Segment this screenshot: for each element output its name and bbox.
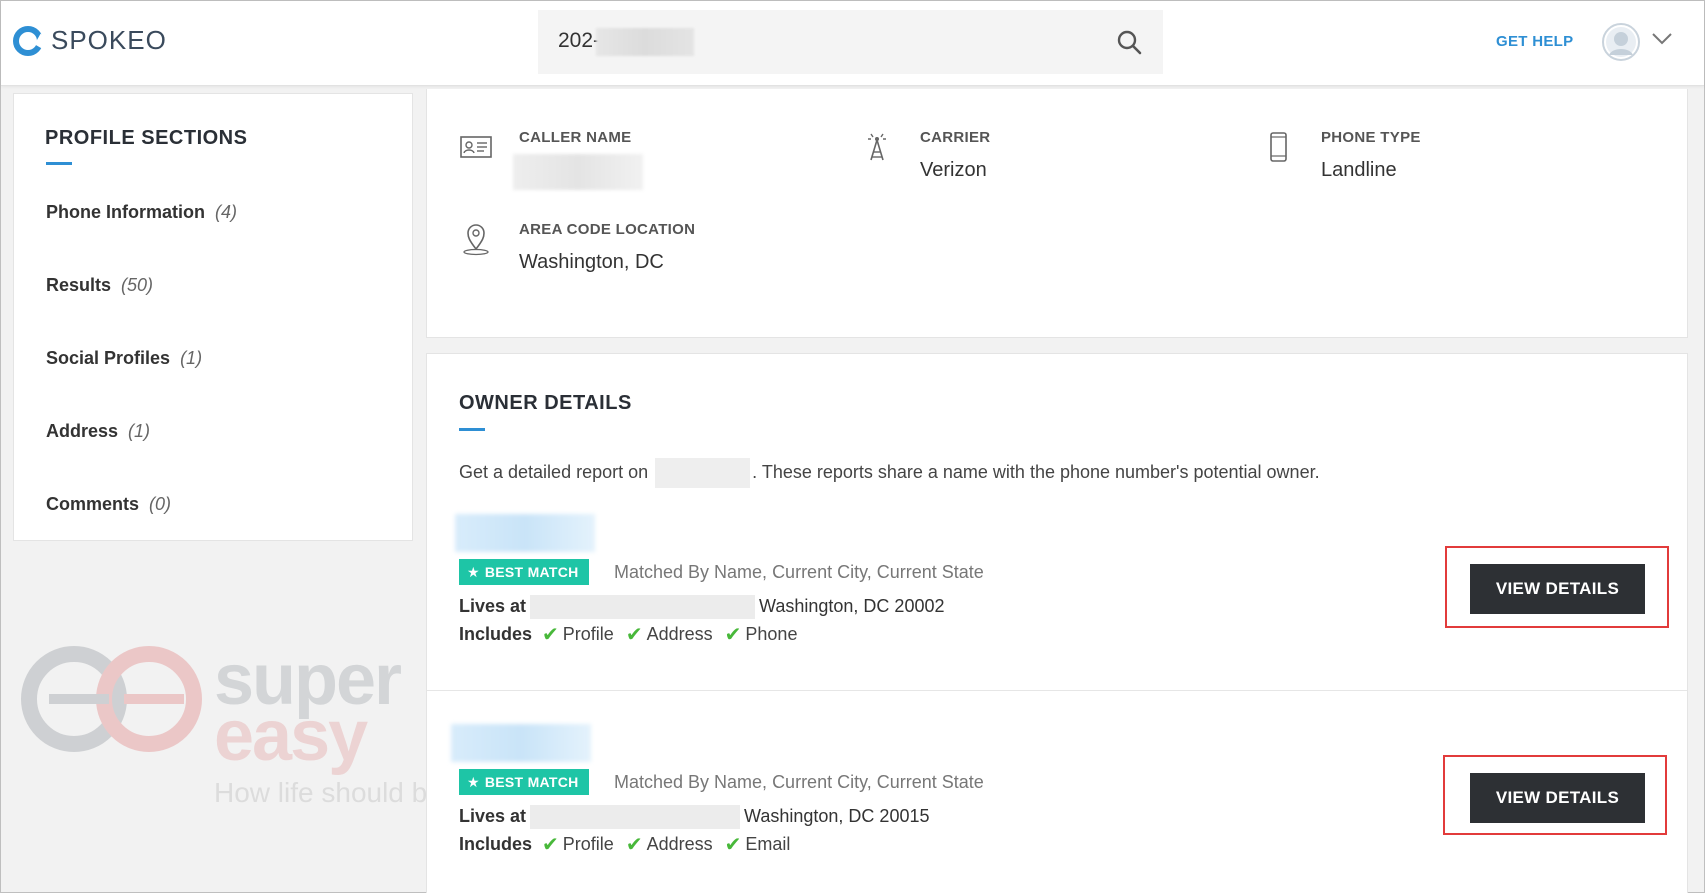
include-label: Email	[745, 834, 791, 854]
sidebar-item-social-profiles[interactable]: Social Profiles (1)	[46, 348, 202, 369]
owner-details-card: OWNER DETAILS Get a detailed report on .…	[426, 353, 1688, 893]
cell-tower-icon	[868, 133, 886, 161]
avatar[interactable]	[1602, 23, 1640, 61]
lives-at: Lives at Washington, DC 20015	[459, 805, 930, 829]
include-label: Profile	[562, 624, 614, 644]
sidebar-item-label: Results	[46, 275, 112, 295]
includes-row: Includes ✔ Profile ✔ Address ✔ Email	[459, 832, 802, 857]
sidebar-item-address[interactable]: Address (1)	[46, 421, 150, 442]
sidebar-item-count: (4)	[215, 202, 237, 222]
view-details-button[interactable]: VIEW DETAILS	[1470, 564, 1645, 614]
address-redacted	[530, 805, 741, 829]
includes-label: Includes	[459, 834, 533, 854]
checkmark-icon: ✔	[542, 834, 559, 856]
name-redacted	[655, 458, 751, 488]
phone-type-label: PHONE TYPE	[1321, 129, 1421, 146]
sidebar-item-count: (50)	[121, 275, 154, 295]
matched-by-text: Matched By Name, Current City, Current S…	[614, 562, 984, 582]
top-header: SPOKEO 202- GET HELP	[1, 1, 1704, 86]
result-divider	[427, 690, 1687, 691]
area-code-location-value: Washington, DC	[519, 251, 664, 273]
owner-name-redacted[interactable]	[451, 724, 591, 762]
include-label: Address	[646, 624, 713, 644]
includes-row: Includes ✔ Profile ✔ Address ✔ Phone	[459, 622, 809, 647]
checkmark-icon: ✔	[542, 624, 559, 646]
user-avatar-icon	[1606, 27, 1636, 57]
phone-info-card: CALLER NAME CARRIER Verizon PHONE TYPE L…	[426, 89, 1688, 338]
address-redacted	[530, 595, 756, 619]
checkmark-icon: ✔	[724, 834, 742, 856]
lives-at-label: Lives at	[459, 805, 527, 826]
caller-name-redacted	[513, 154, 643, 190]
sidebar-title: PROFILE SECTIONS	[45, 127, 248, 149]
star-icon: ★	[467, 773, 480, 790]
get-help-link[interactable]: GET HELP	[1496, 33, 1573, 50]
owner-result: ★ BEST MATCH Matched By Name, Current Cit…	[427, 724, 1687, 893]
sidebar-item-label: Comments	[46, 494, 140, 514]
location-pin-icon	[463, 224, 489, 256]
search-redacted	[596, 28, 694, 56]
sidebar-item-label: Social Profiles	[46, 348, 171, 368]
include-item: ✔ Profile	[542, 832, 614, 857]
best-match-badge: ★ BEST MATCH	[459, 769, 589, 795]
includes-label: Includes	[459, 624, 533, 644]
id-card-icon	[460, 136, 492, 158]
logo-icon	[13, 25, 43, 56]
logo-text: SPOKEO	[51, 25, 167, 55]
spokeo-logo[interactable]: SPOKEO	[13, 25, 167, 56]
chevron-down-icon[interactable]	[1651, 31, 1673, 47]
sidebar-title-underline	[46, 162, 72, 165]
area-code-location-label: AREA CODE LOCATION	[519, 221, 696, 238]
watermark: super easy How life should be	[19, 639, 449, 819]
search-input[interactable]: 202-	[538, 10, 1163, 74]
checkmark-icon: ✔	[625, 834, 643, 856]
include-item: ✔ Phone	[725, 622, 798, 647]
carrier-label: CARRIER	[920, 129, 991, 146]
search-icon[interactable]	[1115, 28, 1143, 56]
sidebar-item-comments[interactable]: Comments (0)	[46, 494, 171, 515]
profile-sections-sidebar: PROFILE SECTIONS Phone Information (4) Re…	[13, 93, 413, 541]
sidebar-item-label: Phone Information	[46, 202, 205, 222]
include-label: Address	[646, 834, 713, 854]
owner-details-title: OWNER DETAILS	[459, 392, 632, 414]
badge-label: BEST MATCH	[484, 564, 579, 580]
include-item: ✔ Address	[626, 832, 713, 857]
include-item: ✔ Address	[626, 622, 713, 647]
watermark-logo-icon	[21, 646, 202, 752]
include-label: Phone	[745, 624, 798, 644]
checkmark-icon: ✔	[724, 624, 742, 646]
description-prefix: Get a detailed report on	[459, 461, 649, 482]
phone-type-value: Landline	[1321, 159, 1397, 181]
carrier-value: Verizon	[920, 159, 987, 181]
sidebar-item-count: (1)	[180, 348, 203, 368]
watermark-word-easy: easy	[214, 696, 368, 776]
owner-name-redacted[interactable]	[455, 514, 595, 552]
phone-device-icon	[1270, 132, 1287, 162]
owner-details-underline	[459, 428, 485, 431]
sidebar-item-results[interactable]: Results (50)	[46, 275, 153, 296]
view-details-button[interactable]: VIEW DETAILS	[1470, 773, 1645, 823]
sidebar-item-label: Address	[46, 421, 119, 441]
checkmark-icon: ✔	[625, 624, 643, 646]
watermark-tagline: How life should be	[214, 777, 443, 808]
lives-at-city: Washington, DC 20015	[744, 805, 930, 826]
include-item: ✔ Email	[725, 832, 791, 857]
owner-result: ★ BEST MATCH Matched By Name, Current Cit…	[427, 514, 1687, 689]
lives-at-city: Washington, DC 20002	[759, 595, 945, 616]
owner-details-description: Get a detailed report on . These reports…	[459, 458, 1320, 488]
caller-name-label: CALLER NAME	[519, 129, 632, 146]
sidebar-item-count: (0)	[149, 494, 172, 514]
matched-by-text: Matched By Name, Current City, Current S…	[614, 772, 984, 792]
best-match-badge: ★ BEST MATCH	[459, 559, 589, 585]
star-icon: ★	[467, 563, 480, 580]
lives-at: Lives at Washington, DC 20002	[459, 595, 945, 619]
lives-at-label: Lives at	[459, 595, 527, 616]
description-suffix: . These reports share a name with the ph…	[752, 461, 1320, 482]
search-value: 202-	[558, 29, 601, 52]
include-label: Profile	[562, 834, 614, 854]
include-item: ✔ Profile	[542, 622, 614, 647]
sidebar-item-phone-information[interactable]: Phone Information (4)	[46, 202, 237, 223]
sidebar-item-count: (1)	[128, 421, 151, 441]
badge-label: BEST MATCH	[484, 774, 579, 790]
